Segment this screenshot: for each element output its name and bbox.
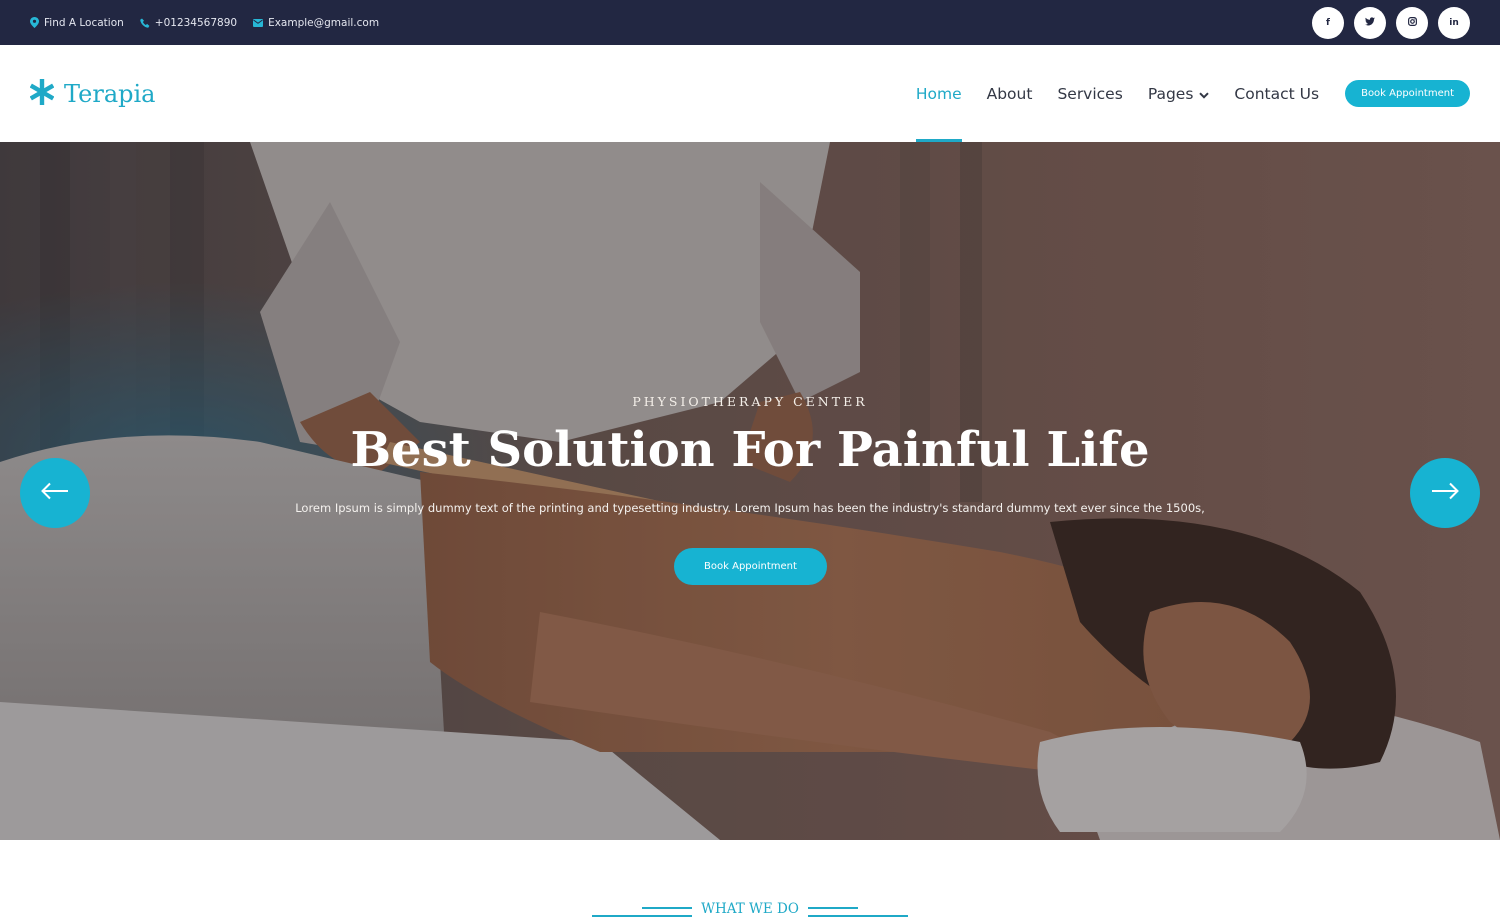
nav-contact[interactable]: Contact Us (1234, 45, 1319, 142)
instagram-button[interactable] (1396, 6, 1428, 39)
slider-prev-button[interactable] (20, 458, 90, 528)
location-link[interactable]: Find A Location (30, 17, 124, 29)
site-header: Terapia Home About Services Pages Contac… (0, 45, 1500, 142)
section-divider-right-outer (808, 915, 908, 917)
email-link[interactable]: Example@gmail.com (253, 17, 379, 29)
social-links: f in (1312, 6, 1470, 39)
facebook-icon: f (1326, 17, 1330, 28)
hero-slider: PHYSIOTHERAPY CENTER Best Solution For P… (0, 142, 1500, 840)
instagram-icon (1407, 16, 1417, 29)
nav-home-label: Home (915, 84, 962, 103)
twitter-icon (1365, 16, 1375, 29)
nav-pages[interactable]: Pages (1148, 45, 1210, 142)
section-divider-right-inner (808, 907, 858, 909)
nav-contact-label: Contact Us (1234, 84, 1320, 103)
brand-logo[interactable]: Terapia (29, 78, 156, 109)
book-appointment-button[interactable]: Book Appointment (1345, 80, 1470, 107)
hero-book-appointment-button[interactable]: Book Appointment (674, 548, 827, 585)
hero-title: Best Solution For Painful Life (350, 422, 1150, 478)
slider-next-button[interactable] (1410, 458, 1480, 528)
arrow-right-icon (1431, 482, 1459, 504)
twitter-button[interactable] (1354, 6, 1386, 39)
what-we-do-section: WHAT WE DO (0, 840, 1500, 920)
hero-eyebrow: PHYSIOTHERAPY CENTER (632, 394, 868, 409)
hero-content: PHYSIOTHERAPY CENTER Best Solution For P… (0, 142, 1500, 840)
nav-about[interactable]: About (987, 45, 1033, 142)
location-label: Find A Location (44, 16, 124, 29)
phone-number: +01234567890 (154, 16, 238, 29)
section-label: WHAT WE DO (701, 901, 799, 917)
phone-icon (139, 18, 150, 28)
contact-info: Find A Location +01234567890 Example@gma… (30, 17, 379, 29)
envelope-icon (253, 18, 264, 27)
nav-services-label: Services (1057, 84, 1123, 103)
linkedin-button[interactable]: in (1438, 6, 1470, 39)
brand-name: Terapia (64, 79, 156, 108)
nav-about-label: About (986, 84, 1033, 103)
email-address: Example@gmail.com (268, 16, 380, 29)
top-bar: Find A Location +01234567890 Example@gma… (0, 0, 1500, 45)
asterisk-icon (29, 78, 55, 109)
phone-link[interactable]: +01234567890 (139, 16, 238, 29)
facebook-button[interactable]: f (1312, 6, 1344, 39)
chevron-down-icon (1199, 85, 1210, 103)
map-pin-icon (30, 17, 39, 28)
linkedin-icon: in (1449, 17, 1459, 28)
main-nav: Home About Services Pages Contact Us Boo… (891, 45, 1470, 142)
hero-description: Lorem Ipsum is simply dummy text of the … (295, 501, 1205, 515)
arrow-left-icon (41, 482, 69, 504)
nav-services[interactable]: Services (1057, 45, 1122, 142)
nav-home[interactable]: Home (915, 45, 962, 142)
nav-pages-label: Pages (1147, 84, 1194, 103)
